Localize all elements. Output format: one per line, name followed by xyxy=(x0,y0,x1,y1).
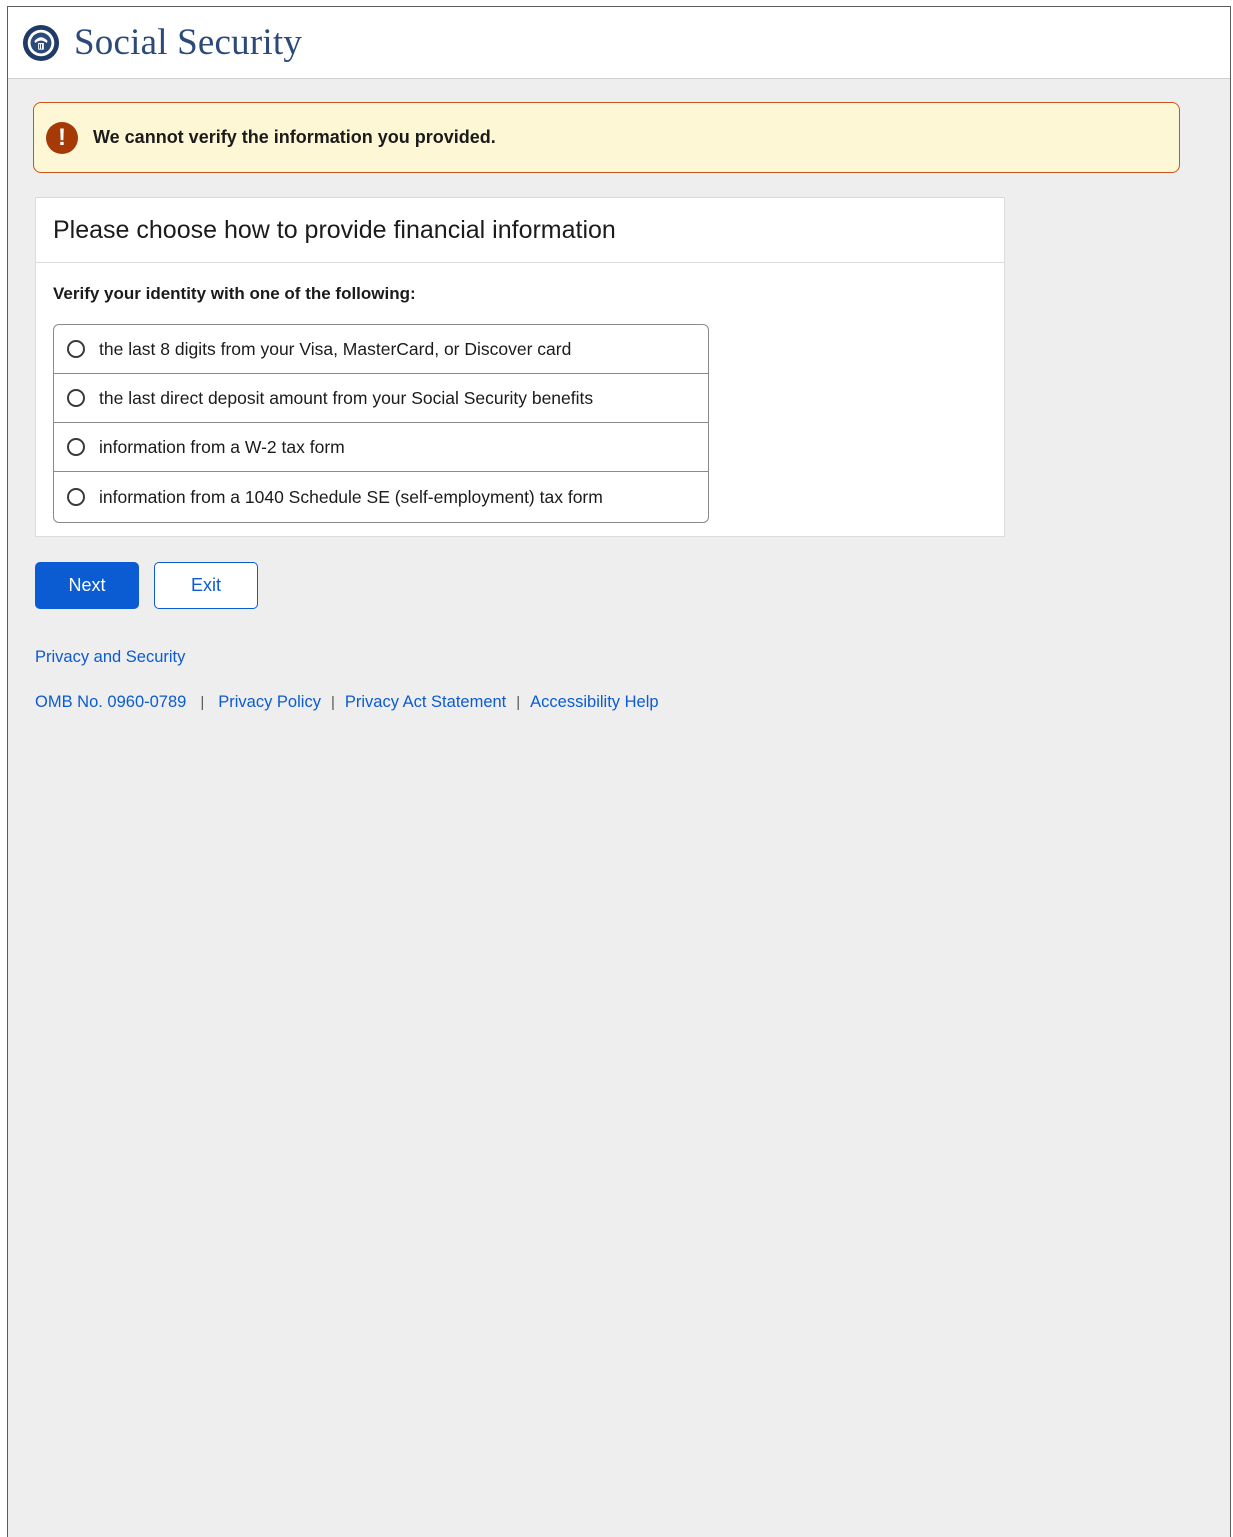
ssa-seal-icon[interactable] xyxy=(22,24,60,62)
option-label: information from a 1040 Schedule SE (sel… xyxy=(99,486,603,507)
footer-separator: | xyxy=(200,694,205,711)
radio-button[interactable] xyxy=(67,340,85,358)
option-label: information from a W-2 tax form xyxy=(99,436,345,457)
option-label: the last 8 digits from your Visa, Master… xyxy=(99,338,572,359)
privacy-act-link[interactable]: Privacy Act Statement xyxy=(345,693,506,712)
radio-button[interactable] xyxy=(67,438,85,456)
privacy-policy-link[interactable]: Privacy Policy xyxy=(218,693,321,712)
option-direct-deposit[interactable]: the last direct deposit amount from your… xyxy=(54,374,708,423)
site-header: Social Security xyxy=(8,7,1230,79)
verification-options: the last 8 digits from your Visa, Master… xyxy=(53,324,709,523)
error-alert: ! We cannot verify the information you p… xyxy=(33,102,1180,173)
radio-button[interactable] xyxy=(67,389,85,407)
footer-separator: | xyxy=(516,694,521,711)
next-button[interactable]: Next xyxy=(35,562,139,609)
option-label: the last direct deposit amount from your… xyxy=(99,387,594,408)
footer-links: OMB No. 0960-0789 | Privacy Policy | Pri… xyxy=(35,693,659,712)
site-brand[interactable]: Social Security xyxy=(74,21,302,64)
option-credit-card[interactable]: the last 8 digits from your Visa, Master… xyxy=(54,325,708,374)
card-title: Please choose how to provide financial i… xyxy=(36,198,1004,263)
alert-message: We cannot verify the information you pro… xyxy=(93,127,496,147)
page-frame: Social Security ! We cannot verify the i… xyxy=(7,6,1231,1537)
exit-button[interactable]: Exit xyxy=(154,562,258,609)
privacy-security-link[interactable]: Privacy and Security xyxy=(35,648,185,667)
option-w2[interactable]: information from a W-2 tax form xyxy=(54,423,708,472)
footer-separator: | xyxy=(330,694,335,711)
radio-button[interactable] xyxy=(67,488,85,506)
accessibility-help-link[interactable]: Accessibility Help xyxy=(530,693,658,712)
verify-prompt: Verify your identity with one of the fol… xyxy=(53,284,416,303)
option-schedule-se[interactable]: information from a 1040 Schedule SE (sel… xyxy=(54,472,708,522)
omb-number: OMB No. 0960-0789 xyxy=(35,693,187,711)
verification-card: Please choose how to provide financial i… xyxy=(35,197,1005,537)
exclamation-icon: ! xyxy=(46,121,78,154)
